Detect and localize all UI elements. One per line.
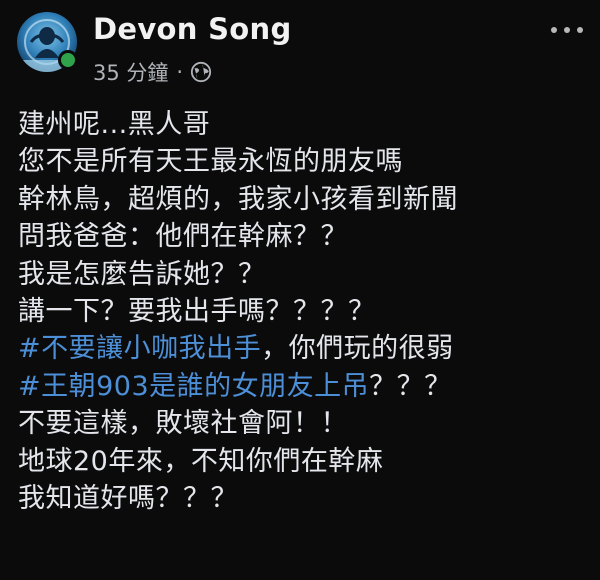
more-options-button[interactable] [551, 18, 583, 42]
globe-icon[interactable] [190, 61, 212, 83]
post-meta: 35 分鐘 · [93, 57, 212, 87]
post-line: 您不是所有天王最永恆的朋友嗎 [18, 146, 403, 178]
post-line: 建州呢...黑人哥 [18, 109, 211, 140]
author-avatar[interactable] [17, 12, 78, 72]
post-body: 建州呢...黑人哥 您不是所有天王最永恆的朋友嗎 幹林鳥，超煩的，我家小孩看到新… [18, 106, 588, 517]
meta-separator: · [176, 60, 184, 84]
post-line: #不要讓小咖我出手，你們玩的很弱 [18, 330, 588, 367]
post-line: 幹林鳥，超煩的，我家小孩看到新聞 [18, 183, 458, 215]
post-line: 問我爸爸：他們在幹麻？？ [18, 221, 348, 253]
hashtag-link[interactable]: #不要讓小咖我出手 [18, 333, 261, 364]
post-line: 講一下？要我出手嗎？？？？ [18, 295, 376, 327]
hashtag-link[interactable]: #王朝903是誰的女朋友上吊 [18, 371, 369, 402]
post-header: Devon Song 35 分鐘 · [15, 10, 585, 85]
online-status-dot [58, 50, 78, 70]
post-time[interactable]: 35 分鐘 [93, 57, 168, 87]
more-dots-icon [551, 27, 557, 33]
post-line-text: ？？？ [369, 370, 452, 402]
post-line: 地球20年來，不知你們在幹麻 [18, 445, 384, 477]
post-line: 我是怎麼告訴她？？ [18, 258, 266, 290]
facebook-post: Devon Song 35 分鐘 · 建州呢...黑人哥 您不是所有天王最永恆的… [0, 0, 600, 580]
post-line: 我知道好嗎？？？ [18, 482, 238, 514]
post-line-text: ，你們玩的很弱 [261, 333, 454, 365]
author-name[interactable]: Devon Song [93, 12, 292, 46]
post-line: #王朝903是誰的女朋友上吊？？？ [18, 368, 588, 405]
post-line: 不要這樣，敗壞社會阿！！ [18, 408, 348, 440]
